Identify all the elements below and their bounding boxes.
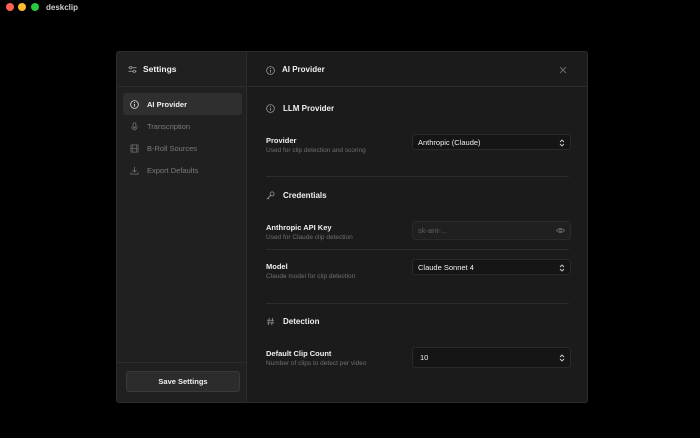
window-titlebar: deskclip (0, 0, 700, 15)
sidebar-item-transcription[interactable]: Transcription (123, 115, 242, 137)
key-icon (266, 191, 275, 200)
settings-main-panel: AI Provider LLM Provider Provider Used f… (248, 52, 587, 402)
model-help: Claude model for clip detection (266, 273, 356, 280)
api-key-help: Used for Claude clip detection (266, 234, 353, 241)
sidebar-item-export-defaults[interactable]: Export Defaults (123, 159, 242, 181)
provider-help: Used for clip detection and scoring (266, 147, 366, 154)
sidebar-item-label: AI Provider (147, 99, 188, 109)
hash-icon (266, 317, 275, 326)
section-llm-provider: LLM Provider (266, 104, 334, 113)
chevron-up-down-icon (559, 139, 565, 147)
settings-nav: AI Provider Transcription B-Roll Sources (123, 93, 242, 181)
section-credentials: Credentials (266, 191, 327, 200)
sidebar-title: Settings (143, 64, 177, 74)
section-title: Detection (283, 317, 320, 326)
sidebar-item-ai-provider[interactable]: AI Provider (123, 93, 242, 115)
close-icon (559, 66, 567, 74)
clip-count-value: 10 (420, 353, 429, 362)
main-header: AI Provider (248, 52, 587, 87)
api-key-input[interactable]: sk-ant-... (412, 221, 571, 240)
maximize-window-button[interactable] (31, 3, 39, 11)
settings-dialog: Settings AI Provider Transcription B-Rol… (116, 51, 588, 403)
sidebar-item-label: Transcription (147, 121, 191, 131)
clip-count-help: Number of clips to detect per video (266, 360, 367, 367)
close-window-button[interactable] (6, 3, 14, 11)
api-key-placeholder: sk-ant-... (418, 226, 448, 235)
model-select[interactable]: Claude Sonnet 4 (412, 259, 571, 275)
model-label: Model (266, 262, 288, 271)
close-dialog-button[interactable] (558, 65, 568, 75)
sidebar-item-b-roll-sources[interactable]: B-Roll Sources (123, 137, 242, 159)
api-key-label: Anthropic API Key (266, 223, 332, 232)
provider-select[interactable]: Anthropic (Claude) (412, 134, 571, 150)
info-icon (130, 99, 139, 109)
sidebar-item-label: Export Defaults (147, 165, 199, 175)
save-settings-button[interactable]: Save Settings (126, 371, 240, 392)
info-icon (266, 66, 275, 75)
section-divider (266, 303, 569, 304)
film-icon (130, 143, 139, 153)
app-title: deskclip (46, 3, 79, 12)
provider-label: Provider (266, 136, 297, 145)
minimize-window-button[interactable] (18, 3, 26, 11)
chevron-up-down-icon[interactable] (559, 354, 565, 362)
section-title: Credentials (283, 191, 327, 200)
eye-icon[interactable] (556, 227, 565, 234)
microphone-icon (131, 121, 138, 131)
sidebar-item-label: B-Roll Sources (147, 143, 198, 153)
sidebar-footer: Save Settings (117, 362, 247, 402)
info-icon (266, 104, 275, 113)
section-detection: Detection (266, 317, 319, 326)
sliders-icon (128, 66, 137, 73)
clip-count-label: Default Clip Count (266, 349, 332, 358)
provider-select-value: Anthropic (Claude) (418, 137, 481, 147)
model-select-value: Claude Sonnet 4 (418, 262, 474, 272)
settings-sidebar: Settings AI Provider Transcription B-Rol… (117, 52, 247, 402)
clip-count-stepper[interactable]: 10 (412, 347, 571, 368)
field-divider (266, 249, 569, 250)
section-divider (266, 176, 569, 177)
section-title: LLM Provider (283, 104, 335, 113)
page-title: AI Provider (282, 65, 325, 74)
download-icon (130, 166, 139, 175)
sidebar-header: Settings (117, 52, 247, 87)
chevron-up-down-icon (559, 264, 565, 272)
